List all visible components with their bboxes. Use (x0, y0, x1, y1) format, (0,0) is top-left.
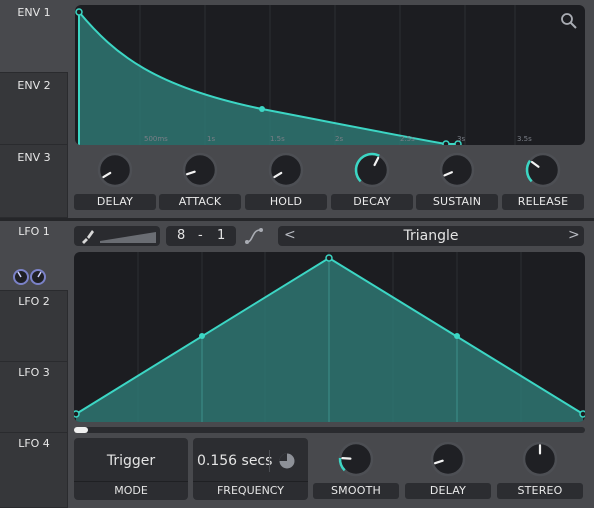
time-label-1s: 1s (207, 135, 216, 143)
env-delay-label: DELAY (74, 194, 156, 210)
lfo-position-thumb[interactable] (74, 427, 88, 433)
time-label-500ms: 500ms (144, 135, 168, 143)
tab-env-3-label: ENV 3 (17, 151, 51, 164)
tab-env-1-label: ENV 1 (17, 6, 51, 19)
tab-env-2-label: ENV 2 (17, 79, 51, 92)
magnifier-icon[interactable] (560, 12, 578, 30)
tab-env-2[interactable]: ENV 2 (0, 73, 68, 145)
tab-lfo-3[interactable]: LFO 3 (0, 362, 68, 433)
tempo-sync-icon[interactable] (278, 452, 296, 470)
lfo-stereo-knob[interactable] (521, 440, 559, 478)
env-hold-knob[interactable] (267, 151, 305, 189)
frequency-value[interactable]: 0.156 secs (197, 453, 272, 469)
time-label-1-5s: 1.5s (270, 135, 285, 143)
tab-lfo-1[interactable]: LFO 1 (0, 221, 68, 291)
mode-divider (74, 481, 188, 482)
mode-label: MODE (114, 484, 148, 497)
lfo-delay-knob[interactable] (429, 440, 467, 478)
envelope-graph-svg (75, 5, 516, 145)
env-attack-label: ATTACK (159, 194, 241, 210)
lfo-graph[interactable] (74, 252, 585, 422)
shape-next-button[interactable]: > (568, 227, 580, 243)
grid-x-value[interactable]: 8 (177, 228, 185, 243)
env-delay-knob[interactable] (96, 151, 134, 189)
time-label-2-5s: 2.5s (400, 135, 415, 143)
paint-brush-box[interactable] (74, 226, 160, 246)
tab-env-3[interactable]: ENV 3 (0, 145, 68, 218)
env-decay-knob[interactable] (353, 151, 391, 189)
grid-dash: - (198, 228, 203, 243)
lfo-stereo-label: STEREO (497, 483, 583, 499)
env-sustain-knob[interactable] (438, 151, 476, 189)
tab-env-1[interactable]: ENV 1 (0, 0, 68, 73)
lfo-smooth-label: SMOOTH (313, 483, 399, 499)
env-hold-label: HOLD (245, 194, 327, 210)
tab-lfo-4-label: LFO 4 (18, 437, 50, 450)
grid-size-selector[interactable]: 8 - 1 (166, 226, 236, 246)
lfo-smooth-indicator (341, 457, 352, 460)
env-sustain-label: SUSTAIN (416, 194, 498, 210)
time-label-3s: 3s (457, 135, 466, 143)
lfo-delay-label: DELAY (405, 483, 491, 499)
shape-name: Triangle (403, 228, 459, 244)
lfo-position-bar[interactable] (74, 427, 585, 433)
time-label-2s: 2s (335, 135, 344, 143)
env-release-knob[interactable] (524, 151, 562, 189)
paint-brush-icon (82, 230, 94, 244)
envelope-graph[interactable]: 500ms 1s 1.5s 2s 2.5s 3s 3.5s (75, 5, 585, 145)
grid-y-value[interactable]: 1 (217, 228, 225, 243)
tab-lfo-2[interactable]: LFO 2 (0, 291, 68, 362)
paint-pattern-preview (100, 232, 156, 243)
tab-lfo-4[interactable]: LFO 4 (0, 433, 68, 508)
tab-lfo-2-label: LFO 2 (18, 295, 50, 308)
env-decay-label: DECAY (331, 194, 413, 210)
mode-value: Trigger (106, 453, 156, 469)
mode-box[interactable]: Trigger MODE (74, 438, 188, 500)
smooth-curve-icon[interactable] (244, 227, 266, 245)
time-label-3-5s: 3.5s (517, 135, 532, 143)
env-release-label: RELEASE (502, 194, 584, 210)
frequency-separator (269, 450, 270, 472)
lfo-mod-sources-icon[interactable] (12, 267, 48, 287)
frequency-divider (193, 481, 308, 482)
tab-lfo-3-label: LFO 3 (18, 366, 50, 379)
env-attack-knob[interactable] (181, 151, 219, 189)
frequency-label: FREQUENCY (216, 484, 284, 497)
lfo-shape-selector[interactable]: < Triangle > (278, 226, 584, 246)
lfo-smooth-knob[interactable] (337, 440, 375, 478)
lfo-graph-svg (74, 252, 585, 422)
tab-lfo-1-label: LFO 1 (18, 225, 50, 238)
frequency-box[interactable]: 0.156 secs FREQUENCY (193, 438, 308, 500)
